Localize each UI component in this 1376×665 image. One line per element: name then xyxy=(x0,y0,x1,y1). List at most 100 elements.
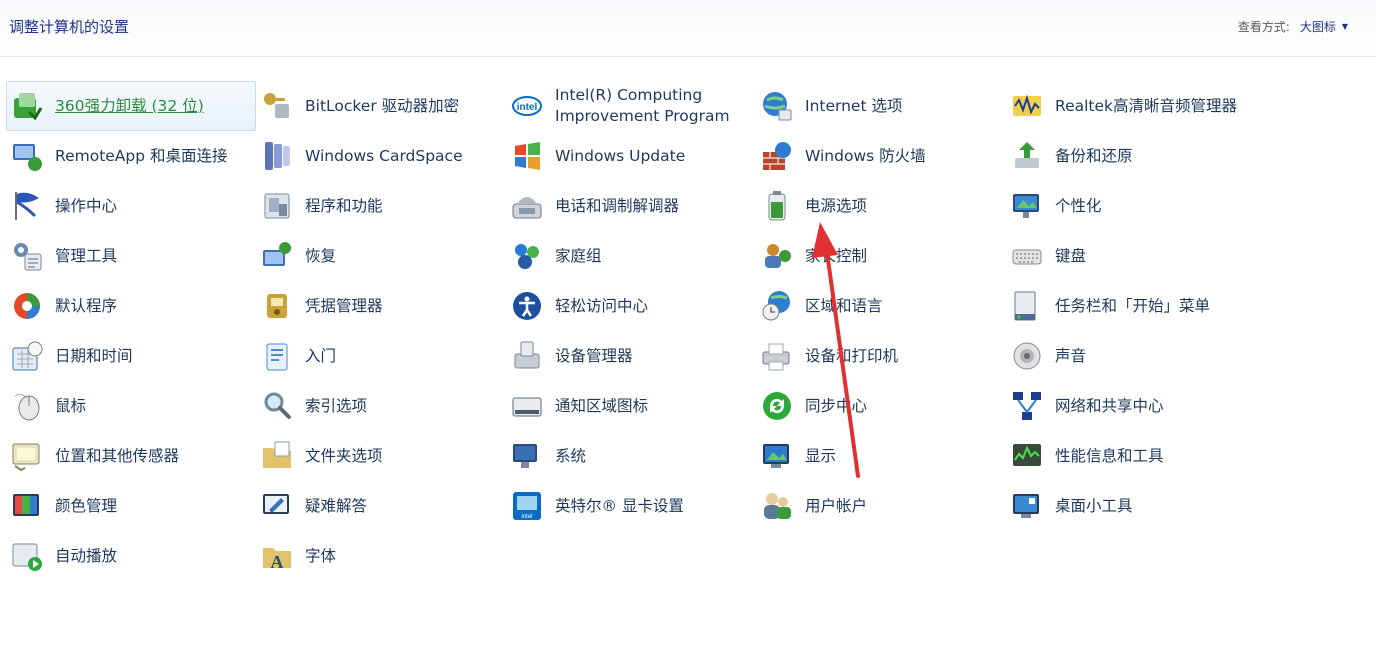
control-panel-item[interactable]: Realtek高清晰音频管理器 xyxy=(1006,81,1256,131)
control-panel-item[interactable]: Windows CardSpace xyxy=(256,131,506,181)
control-panel-item-label: 英特尔® 显卡设置 xyxy=(555,496,684,515)
control-panel-item-label: 电源选项 xyxy=(805,196,868,215)
control-panel-item-label: RemoteApp 和桌面连接 xyxy=(55,146,228,165)
control-panel-item[interactable]: 自动播放 xyxy=(6,531,256,581)
header-bar: 调整计算机的设置 查看方式: 大图标 ▼ xyxy=(0,0,1376,57)
backup-icon xyxy=(1011,140,1043,172)
control-panel-item[interactable]: intel 英特尔® 显卡设置 xyxy=(506,481,756,531)
control-panel-item-label: 家长控制 xyxy=(805,246,868,265)
control-panel-item[interactable]: 疑难解答 xyxy=(256,481,506,531)
control-panel-item[interactable]: 轻松访问中心 xyxy=(506,281,756,331)
control-panel-item[interactable]: 备份和还原 xyxy=(1006,131,1256,181)
control-panel-item[interactable]: 程序和功能 xyxy=(256,181,506,231)
cardspace-icon xyxy=(261,140,293,172)
control-panel-item[interactable]: 凭据管理器 xyxy=(256,281,506,331)
view-by-label: 查看方式: xyxy=(1237,20,1290,34)
control-panel-item[interactable]: 家长控制 xyxy=(756,231,1006,281)
control-panel-item[interactable]: 用户帐户 xyxy=(756,481,1006,531)
uninstall-icon xyxy=(11,90,43,122)
control-panel-item-label: 管理工具 xyxy=(55,246,118,265)
region-clock-icon xyxy=(761,290,793,322)
control-panel-item[interactable]: 键盘 xyxy=(1006,231,1256,281)
control-panel-item-label: 显示 xyxy=(805,446,837,465)
display-icon xyxy=(761,440,793,472)
control-panel-item[interactable]: 日期和时间 xyxy=(6,331,256,381)
control-panel-item-label: 电话和调制解调器 xyxy=(555,196,680,215)
control-panel-item[interactable]: 同步中心 xyxy=(756,381,1006,431)
svg-text:A: A xyxy=(271,552,284,572)
control-panel-item[interactable]: 恢复 xyxy=(256,231,506,281)
control-panel-item[interactable]: 索引选项 xyxy=(256,381,506,431)
control-panel-item-label: 用户帐户 xyxy=(805,496,868,515)
control-panel-item[interactable]: Internet 选项 xyxy=(756,81,1006,131)
printer-icon xyxy=(761,340,793,372)
control-panel-item[interactable]: 操作中心 xyxy=(6,181,256,231)
recovery-icon xyxy=(261,240,293,272)
gadgets-icon xyxy=(1011,490,1043,522)
control-panel-item-label: 设备管理器 xyxy=(555,346,633,365)
control-panel-item-label: 索引选项 xyxy=(305,396,368,415)
parental-control-icon xyxy=(761,240,793,272)
control-panel-item[interactable]: intel Intel(R) Computing Improvement Prog… xyxy=(506,81,756,131)
control-panel-item[interactable]: 入门 xyxy=(256,331,506,381)
programs-icon xyxy=(261,190,293,222)
control-panel-items: 360强力卸载 (32 位) BitLocker 驱动器加密 intel Intel(… xyxy=(6,81,1256,581)
view-by-dropdown[interactable]: 大图标 ▼ xyxy=(1300,18,1348,35)
svg-text:intel: intel xyxy=(521,514,532,520)
control-panel-item[interactable]: 电源选项 xyxy=(756,181,1006,231)
control-panel-item[interactable]: 网络和共享中心 xyxy=(1006,381,1256,431)
homegroup-icon xyxy=(511,240,543,272)
control-panel-item[interactable]: 管理工具 xyxy=(6,231,256,281)
control-panel-item-label: 设备和打印机 xyxy=(805,346,899,365)
speaker-icon xyxy=(1011,340,1043,372)
control-panel-item[interactable]: 个性化 xyxy=(1006,181,1256,231)
phone-icon xyxy=(511,190,543,222)
control-panel-item[interactable]: RemoteApp 和桌面连接 xyxy=(6,131,256,181)
control-panel-item[interactable]: 设备管理器 xyxy=(506,331,756,381)
control-panel-item[interactable]: 文件夹选项 xyxy=(256,431,506,481)
system-icon xyxy=(511,440,543,472)
sync-icon xyxy=(761,390,793,422)
remote-desktop-icon xyxy=(11,140,43,172)
control-panel-item[interactable]: 显示 xyxy=(756,431,1006,481)
control-panel-item-label: 默认程序 xyxy=(55,296,118,315)
control-panel-item[interactable]: 任务栏和「开始」菜单 xyxy=(1006,281,1256,331)
control-panel-item[interactable]: 声音 xyxy=(1006,331,1256,381)
control-panel-item[interactable]: 位置和其他传感器 xyxy=(6,431,256,481)
magnifier-icon xyxy=(261,390,293,422)
control-panel-item[interactable]: 默认程序 xyxy=(6,281,256,331)
control-panel-item-label: Internet 选项 xyxy=(805,96,903,115)
sensor-icon xyxy=(11,440,43,472)
firewall-icon xyxy=(761,140,793,172)
control-panel-item[interactable]: 家庭组 xyxy=(506,231,756,281)
page-title: 调整计算机的设置 xyxy=(9,18,130,36)
control-panel-item[interactable]: 区域和语言 xyxy=(756,281,1006,331)
credential-icon xyxy=(261,290,293,322)
control-panel-item-label: Intel(R) Computing Improvement Program xyxy=(555,86,730,125)
control-panel-item[interactable]: 系统 xyxy=(506,431,756,481)
control-panel-item[interactable]: 桌面小工具 xyxy=(1006,481,1256,531)
personalize-icon xyxy=(1011,190,1043,222)
control-panel-item[interactable]: 电话和调制解调器 xyxy=(506,181,756,231)
control-panel-item[interactable]: 设备和打印机 xyxy=(756,331,1006,381)
control-panel-item-label: 桌面小工具 xyxy=(1055,496,1133,515)
svg-text:intel: intel xyxy=(517,102,538,113)
control-panel-item-label: 入门 xyxy=(305,346,337,365)
intel-icon: intel xyxy=(511,90,543,122)
control-panel-item[interactable]: A 字体 xyxy=(256,531,506,581)
control-panel-item[interactable]: BitLocker 驱动器加密 xyxy=(256,81,506,131)
control-panel-item[interactable]: 颜色管理 xyxy=(6,481,256,531)
control-panel-item[interactable]: 360强力卸载 (32 位) xyxy=(6,81,256,131)
control-panel-item[interactable]: Windows Update xyxy=(506,131,756,181)
control-panel-item-label: 鼠标 xyxy=(55,396,87,415)
control-panel-item[interactable]: 通知区域图标 xyxy=(506,381,756,431)
control-panel-item[interactable]: 性能信息和工具 xyxy=(1006,431,1256,481)
keyboard-icon xyxy=(1011,240,1043,272)
control-panel-item-label: 任务栏和「开始」菜单 xyxy=(1055,296,1211,315)
control-panel-item[interactable]: Windows 防火墙 xyxy=(756,131,1006,181)
control-panel-item-label: 系统 xyxy=(555,446,587,465)
control-panel-item[interactable]: 鼠标 xyxy=(6,381,256,431)
calendar-clock-icon xyxy=(11,340,43,372)
control-panel-item-label: Windows 防火墙 xyxy=(805,146,926,165)
taskbar-icon xyxy=(1011,290,1043,322)
